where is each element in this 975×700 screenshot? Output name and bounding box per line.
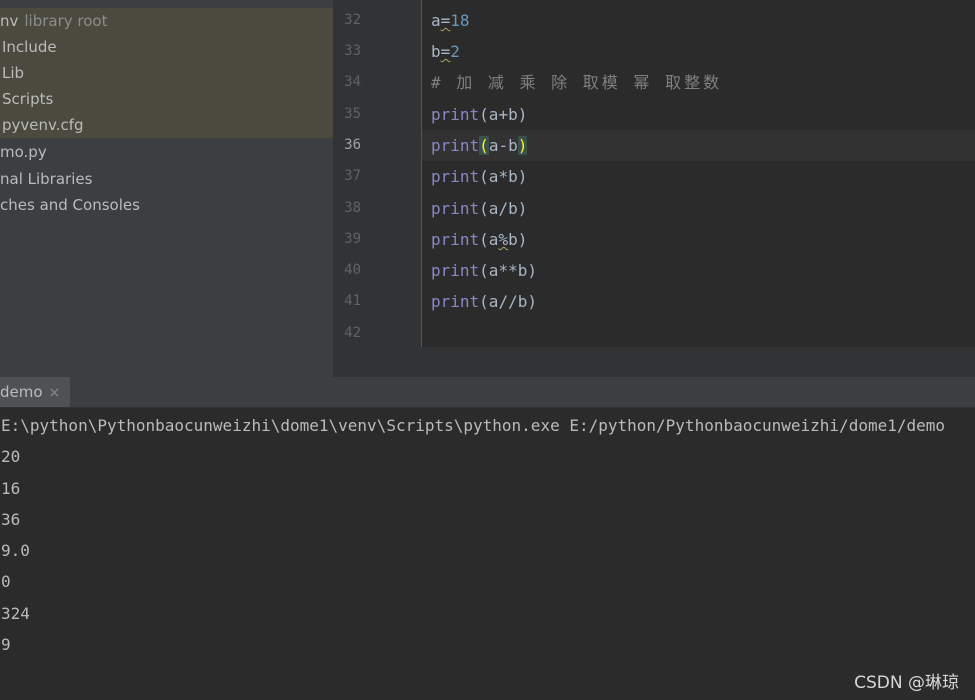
code-line-32[interactable]: a=18 bbox=[431, 5, 470, 36]
run-tab-label: demo bbox=[0, 383, 43, 401]
close-icon[interactable]: × bbox=[49, 385, 61, 401]
code-line-35[interactable]: print(a+b) bbox=[431, 99, 527, 130]
code-function: print bbox=[431, 292, 480, 311]
tree-item-lib[interactable]: Lib bbox=[0, 60, 333, 86]
tree-item-label: ches and Consoles bbox=[0, 196, 140, 214]
tree-item-label: Scripts bbox=[2, 90, 54, 108]
tree-item-label: nv bbox=[0, 12, 19, 30]
tree-item-label: Lib bbox=[2, 64, 25, 82]
code-var: a bbox=[431, 11, 441, 30]
matched-close-paren: ) bbox=[517, 136, 528, 155]
code-operator: = bbox=[440, 42, 451, 61]
tree-item-pyvenv-cfg[interactable]: pyvenv.cfg bbox=[0, 112, 333, 138]
line-number: 34 bbox=[344, 74, 361, 90]
line-number: 42 bbox=[344, 325, 361, 341]
project-panel: nv library root Include Lib Scripts pyven… bbox=[0, 0, 333, 377]
tree-item-label: nal Libraries bbox=[0, 170, 93, 188]
line-number-current: 36 bbox=[344, 137, 361, 153]
console-command-line: E:\python\Pythonbaocunweizhi\dome1\venv\… bbox=[1, 416, 946, 435]
tree-item-venv[interactable]: nv library root bbox=[0, 8, 333, 34]
code-args: (a*b) bbox=[479, 167, 528, 186]
code-operator: % bbox=[498, 230, 509, 249]
code-line-40[interactable]: print(a**b) bbox=[431, 255, 537, 286]
tree-item-label: mo.py bbox=[0, 143, 47, 161]
code-function: print bbox=[431, 230, 480, 249]
matched-open-paren: ( bbox=[479, 136, 489, 155]
line-number: 35 bbox=[344, 106, 361, 122]
code-function: print bbox=[431, 105, 480, 124]
console-output-line: 324 bbox=[1, 604, 30, 623]
line-number: 37 bbox=[344, 168, 361, 184]
console-output-line: 36 bbox=[1, 510, 21, 529]
console-output-line: 9.0 bbox=[1, 541, 30, 560]
code-line-38[interactable]: print(a/b) bbox=[431, 193, 527, 224]
tree-item-demo-py[interactable]: mo.py bbox=[0, 139, 47, 165]
code-args: (a+b) bbox=[479, 105, 528, 124]
code-function: print bbox=[431, 199, 480, 218]
tree-item-external-libraries[interactable]: nal Libraries bbox=[0, 166, 92, 192]
code-editor[interactable]: 32 33 34 35 36 37 38 39 40 41 42 a=18 b=… bbox=[334, 0, 975, 347]
line-number-gutter: 32 33 34 35 36 37 38 39 40 41 42 bbox=[334, 0, 422, 347]
console-output-line: 9 bbox=[1, 635, 11, 654]
line-number: 39 bbox=[344, 231, 361, 247]
code-args: (a//b) bbox=[479, 292, 537, 311]
run-tab-demo[interactable]: demo × bbox=[0, 377, 71, 407]
tree-item-include[interactable]: Include bbox=[0, 34, 333, 60]
code-args: b) bbox=[508, 230, 528, 249]
code-function: print bbox=[431, 261, 480, 280]
line-number: 33 bbox=[344, 43, 361, 59]
code-args: (a/b) bbox=[479, 199, 528, 218]
gutter-separator bbox=[421, 0, 422, 347]
line-number: 38 bbox=[344, 200, 361, 216]
code-number: 2 bbox=[450, 42, 460, 61]
tree-item-scripts[interactable]: Scripts bbox=[0, 86, 333, 112]
console-output-line: 0 bbox=[1, 572, 11, 591]
tree-item-label: Include bbox=[2, 38, 57, 56]
library-root-tag: library root bbox=[24, 12, 108, 30]
run-tab-bar: demo × bbox=[0, 377, 975, 408]
code-line-37[interactable]: print(a*b) bbox=[431, 161, 527, 192]
code-number: 18 bbox=[450, 11, 470, 30]
csdn-watermark: CSDN @琳琼 bbox=[854, 673, 959, 693]
tree-item-scratches-consoles[interactable]: ches and Consoles bbox=[0, 192, 140, 218]
code-var: b bbox=[431, 42, 441, 61]
code-line-34-comment[interactable]: # 加 减 乘 除 取模 幂 取整数 bbox=[431, 67, 722, 98]
code-line-33[interactable]: b=2 bbox=[431, 36, 460, 67]
code-args: (a bbox=[479, 230, 499, 249]
code-function: print bbox=[431, 167, 480, 186]
run-console[interactable]: E:\python\Pythonbaocunweizhi\dome1\venv\… bbox=[0, 408, 975, 700]
console-output-line: 16 bbox=[1, 479, 21, 498]
console-output-line: 20 bbox=[1, 447, 21, 466]
code-function: print bbox=[431, 136, 480, 155]
code-line-39[interactable]: print(a%b) bbox=[431, 224, 527, 255]
code-line-36[interactable]: print(a-b) bbox=[431, 130, 528, 161]
code-line-41[interactable]: print(a//b) bbox=[431, 286, 537, 317]
code-args: a-b bbox=[488, 136, 518, 155]
line-number: 32 bbox=[344, 12, 361, 28]
code-args: (a**b) bbox=[479, 261, 537, 280]
editor-bottom-area bbox=[334, 347, 975, 377]
line-number: 41 bbox=[344, 293, 361, 309]
line-number: 40 bbox=[344, 262, 361, 278]
tree-item-label: pyvenv.cfg bbox=[2, 116, 84, 134]
code-operator: = bbox=[440, 11, 451, 30]
